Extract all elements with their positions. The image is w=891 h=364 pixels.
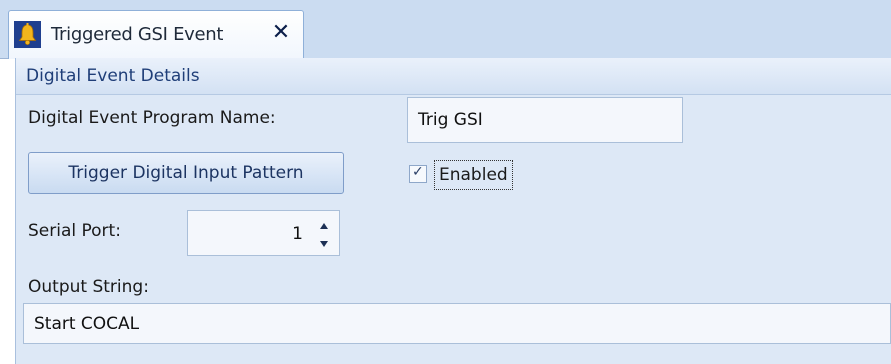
output-string-label: Output String: xyxy=(28,277,149,297)
serial-port-stepper[interactable]: 1 xyxy=(187,210,340,256)
output-string-value: Start COCAL xyxy=(34,314,140,334)
close-icon[interactable]: ✕ xyxy=(269,20,293,46)
group-title: Digital Event Details xyxy=(26,66,200,86)
group-header: Digital Event Details xyxy=(16,58,891,95)
enabled-checkbox[interactable]: ✓ xyxy=(409,164,427,183)
trigger-digital-input-pattern-button[interactable]: Trigger Digital Input Pattern xyxy=(28,152,344,194)
serial-port-value: 1 xyxy=(292,224,303,244)
checkmark-icon: ✓ xyxy=(412,164,424,180)
trigger-button-label: Trigger Digital Input Pattern xyxy=(68,163,304,183)
enabled-label[interactable]: Enabled xyxy=(434,160,513,190)
tab-strip: Triggered GSI Event ✕ xyxy=(0,0,891,59)
program-name-field[interactable]: Trig GSI xyxy=(407,97,683,143)
spin-up-icon[interactable] xyxy=(317,218,331,232)
serial-port-label: Serial Port: xyxy=(28,221,121,241)
tab-title: Triggered GSI Event xyxy=(51,24,224,45)
program-name-value: Trig GSI xyxy=(418,110,483,130)
bell-icon xyxy=(14,21,41,48)
spin-down-icon[interactable] xyxy=(317,236,331,250)
output-string-field[interactable]: Start COCAL xyxy=(23,303,891,344)
program-name-label: Digital Event Program Name: xyxy=(28,108,276,128)
tab-triggered-gsi-event[interactable]: Triggered GSI Event ✕ xyxy=(8,10,304,59)
